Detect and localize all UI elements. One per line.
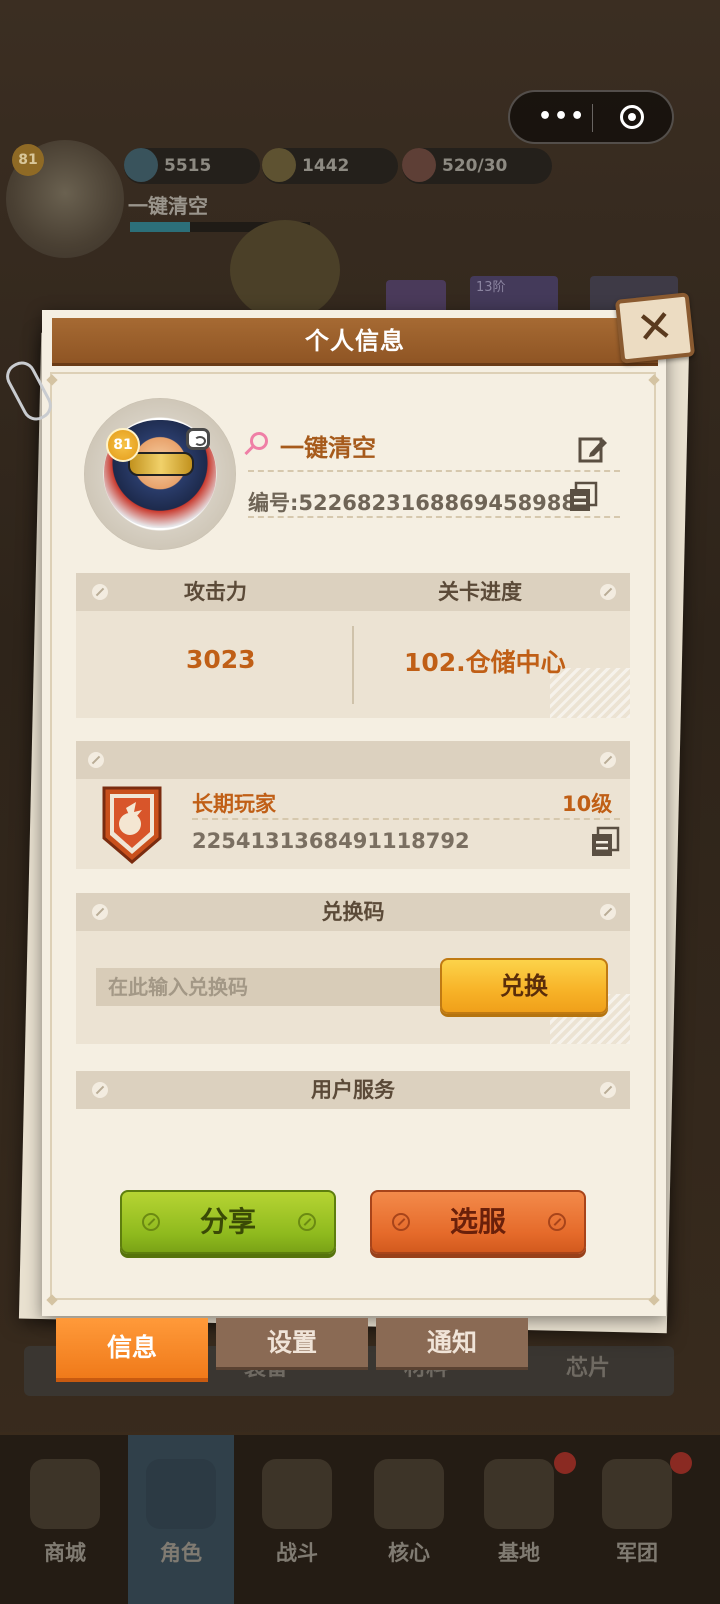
copy-badge-icon[interactable] (590, 826, 620, 858)
select-server-button[interactable]: 选服 (370, 1190, 586, 1254)
close-icon: ✕ (633, 300, 676, 355)
redeem-button[interactable]: 兑换 (440, 958, 608, 1014)
legion-shield-icon (602, 1459, 672, 1529)
attack-label: 攻击力 (184, 580, 247, 604)
gem-icon (124, 148, 158, 182)
progress-label: 关卡进度 (438, 580, 522, 604)
pin-icon (600, 584, 616, 600)
bg-tab-chips: 芯片 (566, 1356, 611, 1381)
bg-player-level: 81 (12, 144, 44, 176)
copy-id-icon[interactable] (568, 481, 598, 513)
button-ornament-icon (298, 1213, 316, 1231)
base-tower-icon (484, 1459, 554, 1529)
dotted-divider (248, 470, 620, 472)
tab-notice[interactable]: 通知 (376, 1318, 528, 1370)
tab-info[interactable]: 信息 (56, 1318, 208, 1382)
share-button[interactable]: 分享 (120, 1190, 336, 1254)
veteran-badge-icon (102, 786, 162, 864)
edit-name-icon[interactable] (578, 434, 608, 464)
button-ornament-icon (392, 1213, 410, 1231)
core-emblem-icon (374, 1459, 444, 1529)
nav-shop[interactable]: 商城 (12, 1435, 118, 1604)
bottom-navigation: 商城 角色 战斗 核心 基地 军团 (0, 1432, 720, 1604)
bg-resource-coins: 1442 (262, 148, 398, 184)
miniprogram-capsule: ••• (508, 90, 674, 144)
female-gender-icon (244, 432, 268, 456)
button-ornament-icon (548, 1213, 566, 1231)
nav-battle[interactable]: 战斗 (244, 1435, 350, 1604)
avatar-visor (128, 452, 194, 476)
player-nickname: 一键清空 (280, 434, 376, 462)
pin-icon (92, 584, 108, 600)
badge-name: 长期玩家 (192, 792, 276, 816)
progress-value: 102.仓储中心 (404, 648, 566, 677)
bg-resource-food: 520/30 (402, 148, 552, 184)
bg-hero-figure (230, 220, 340, 320)
crossed-guns-icon (262, 1459, 332, 1529)
service-section-header: 用户服务 (76, 1071, 630, 1109)
redeem-section-header: 兑换码 (76, 893, 630, 931)
nav-core[interactable]: 核心 (356, 1435, 462, 1604)
button-ornament-icon (142, 1213, 160, 1231)
more-menu-button[interactable]: ••• (538, 106, 586, 128)
stats-divider (352, 626, 354, 704)
pin-icon (88, 752, 104, 768)
dotted-divider (192, 818, 620, 820)
modal-title: 个人信息 (305, 327, 405, 355)
close-miniprogram-button[interactable] (620, 105, 644, 129)
bg-resource-gems: 5515 (124, 148, 260, 184)
shop-icon (30, 1459, 100, 1529)
stats-section-header: 攻击力 关卡进度 (76, 573, 630, 611)
badge-code: 2254131368491118792 (192, 829, 470, 853)
close-button[interactable]: ✕ (614, 292, 696, 364)
redeem-code-input[interactable]: 在此输入兑换码 (96, 968, 456, 1006)
character-icon (146, 1459, 216, 1529)
badge-level: 10级 (562, 792, 613, 816)
bg-player-name: 一键清空 (128, 194, 208, 218)
change-avatar-icon[interactable] (186, 428, 210, 450)
badge-section-header (76, 741, 630, 779)
notification-dot (554, 1452, 576, 1474)
drumstick-icon (402, 148, 436, 182)
redeem-header: 兑换码 (321, 900, 385, 924)
level-badge: 81 (106, 428, 140, 462)
tab-settings[interactable]: 设置 (216, 1318, 368, 1370)
notification-dot (670, 1452, 692, 1474)
attack-value: 3023 (186, 645, 256, 674)
nav-character[interactable]: 角色 (128, 1435, 234, 1604)
player-id: 编号:5226823168869458988 (248, 491, 577, 515)
service-header: 用户服务 (311, 1078, 395, 1102)
capsule-divider (592, 104, 593, 132)
dotted-divider (248, 516, 620, 518)
gold-coin-icon (262, 148, 296, 182)
modal-title-bar: 个人信息 (52, 318, 658, 366)
pin-icon (600, 752, 616, 768)
